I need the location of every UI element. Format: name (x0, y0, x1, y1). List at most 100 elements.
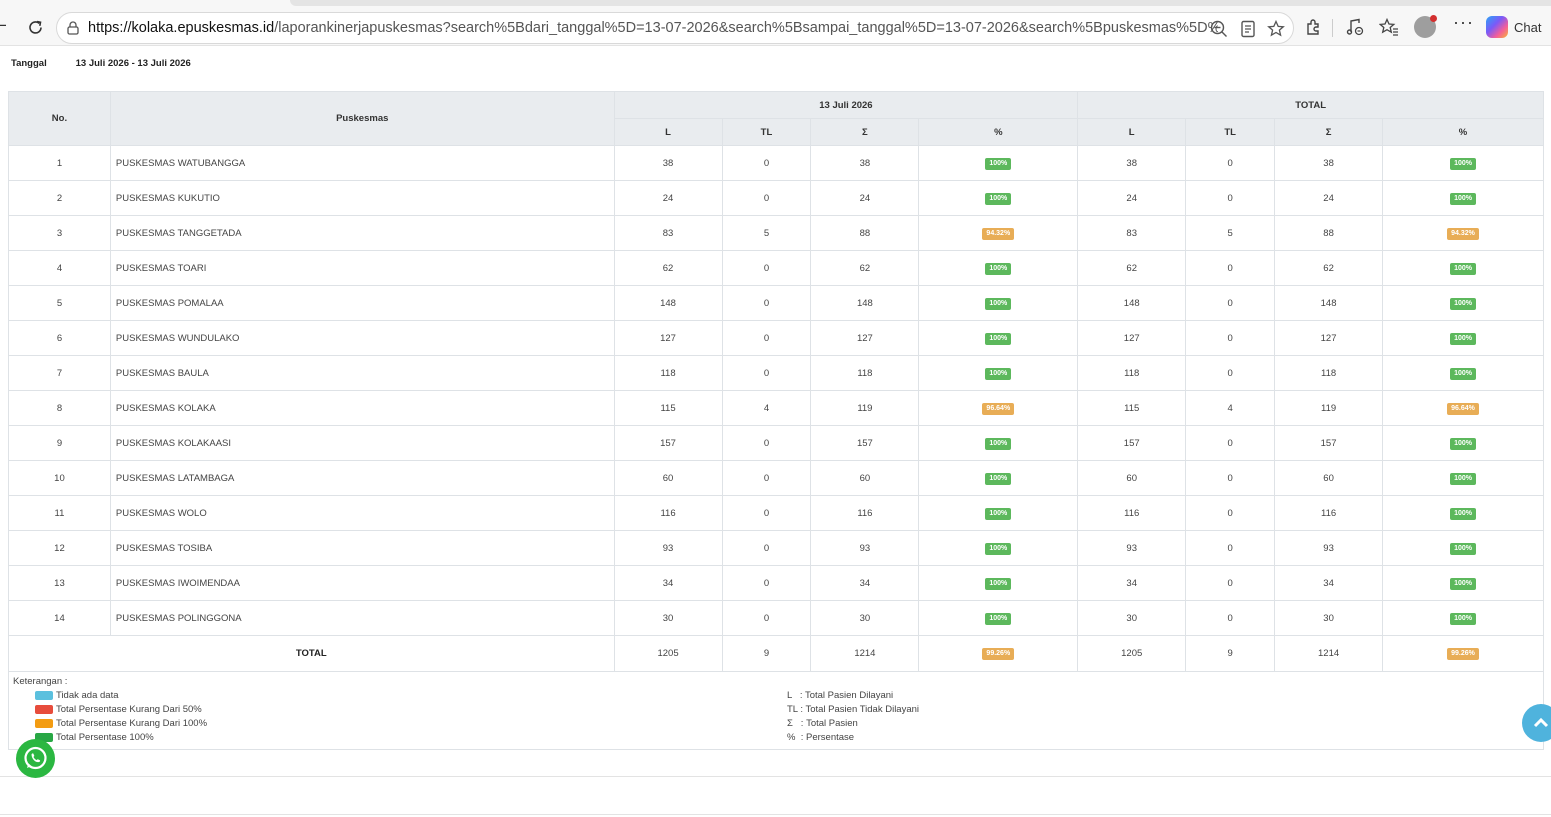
site-info-icon[interactable] (67, 21, 79, 35)
header-total-percent: % (1382, 118, 1544, 146)
table-row: 10 PUSKESMAS LATAMBAGA 60 0 60 100% 60 0 60 100% (8, 460, 1544, 496)
table-row: 7 PUSKESMAS BAULA 118 0 118 100% 118 0 118 100% (8, 355, 1544, 391)
table-row: 6 PUSKESMAS WUNDULAKO 127 0 127 100% 127 0 127 10… (8, 320, 1544, 356)
cell-total-l: 148 (1077, 285, 1187, 321)
cell-total-percent: 100% (1382, 320, 1544, 356)
row-no: 14 (8, 600, 111, 636)
cell-l: 116 (613, 495, 723, 531)
zoom-icon[interactable] (1209, 19, 1229, 39)
percent-badge: 100% (985, 262, 1012, 275)
reload-icon[interactable] (27, 19, 44, 36)
puskesmas-name: PUSKESMAS IWOIMENDAA (109, 565, 615, 601)
favorite-star-icon[interactable] (1266, 19, 1286, 39)
cell-l: 60 (613, 460, 723, 496)
cell-l: 127 (613, 320, 723, 356)
cell-total-l: 118 (1077, 355, 1187, 391)
header-percent: % (918, 118, 1079, 146)
cell-l: 157 (613, 425, 723, 461)
whatsapp-icon (24, 746, 47, 770)
total-tl: 9 (721, 635, 812, 672)
whatsapp-button[interactable] (16, 739, 55, 778)
extensions-icon[interactable] (1304, 17, 1324, 37)
favorites-icon[interactable] (1379, 17, 1399, 37)
cell-total-l: 30 (1077, 600, 1187, 636)
copilot-chat-button[interactable]: Chat (1486, 15, 1541, 39)
scroll-to-top-button[interactable] (1522, 704, 1551, 742)
cell-l: 30 (613, 600, 723, 636)
profile-avatar[interactable] (1414, 15, 1437, 38)
date-value: 13 Juli 2026 - 13 Juli 2026 (75, 58, 191, 69)
back-button[interactable]: – (0, 15, 6, 33)
legend-panel: Keterangan : Tidak ada data Total Persen… (8, 671, 1544, 750)
definition-percent: % : Persentase (787, 732, 855, 743)
cell-percent: 100% (918, 285, 1079, 321)
percent-badge: 100% (985, 297, 1012, 310)
cell-percent: 96.64% (918, 390, 1079, 426)
definition-sum: Σ : Total Pasien (787, 718, 858, 729)
url-path: /laporankinerjapuskesmas?search%5Bdari_t… (274, 20, 1218, 36)
legend-label: Total Persentase Kurang Dari 100% (56, 718, 208, 729)
cell-total-sum: 38 (1274, 145, 1384, 181)
cell-sum: 116 (810, 495, 920, 531)
media-control-icon[interactable] (1345, 17, 1365, 37)
percent-badge: 100% (1450, 542, 1476, 555)
cell-percent: 100% (918, 145, 1079, 181)
percent-badge: 96.64% (982, 402, 1015, 415)
tab-strip (290, 0, 1551, 6)
cell-l: 148 (613, 285, 723, 321)
percent-badge: 100% (1450, 612, 1476, 625)
address-bar[interactable]: https://kolaka.epuskesmas.id/laporankine… (56, 12, 1294, 44)
table-row: 14 PUSKESMAS POLINGGONA 30 0 30 100% 30 0 30 100% (8, 600, 1544, 636)
date-range-row: Tanggal 13 Juli 2026 - 13 Juli 2026 (11, 58, 191, 69)
puskesmas-name: PUSKESMAS LATAMBAGA (109, 460, 615, 496)
grand-total-sum: 1214 (1274, 635, 1384, 672)
cell-tl: 0 (721, 495, 812, 531)
cell-percent: 100% (918, 460, 1079, 496)
percent-badge: 100% (1450, 437, 1476, 450)
percent-badge: 100% (1450, 297, 1476, 310)
percent-badge: 100% (985, 367, 1012, 380)
total-row: TOTAL 1205 9 1214 99.26% 1205 9 1214 99.… (8, 635, 1544, 672)
cell-total-l: 116 (1077, 495, 1187, 531)
legend-title: Keterangan : (13, 676, 68, 687)
reader-view-icon[interactable] (1238, 19, 1258, 39)
row-no: 9 (8, 425, 111, 461)
cell-total-tl: 4 (1185, 390, 1276, 426)
cell-total-l: 38 (1077, 145, 1187, 181)
browser-toolbar: – https://kolaka.epuskesmas.id/laporanki… (0, 0, 1551, 46)
cell-total-percent: 100% (1382, 530, 1544, 566)
cell-total-sum: 157 (1274, 425, 1384, 461)
more-options-icon[interactable]: ··· (1453, 13, 1474, 31)
cell-total-percent: 94.32% (1382, 215, 1544, 251)
header-l: L (613, 118, 723, 146)
header-total-group: TOTAL (1077, 91, 1544, 119)
cell-sum: 119 (810, 390, 920, 426)
puskesmas-name: PUSKESMAS KOLAKAASI (109, 425, 615, 461)
cell-total-tl: 0 (1185, 565, 1276, 601)
cell-tl: 0 (721, 600, 812, 636)
percent-badge: 100% (985, 332, 1012, 345)
cell-total-tl: 0 (1185, 250, 1276, 286)
percent-badge: 100% (1450, 367, 1476, 380)
cell-sum: 30 (810, 600, 920, 636)
cell-percent: 100% (918, 425, 1079, 461)
percent-badge: 100% (1450, 577, 1476, 590)
row-no: 4 (8, 250, 111, 286)
cell-l: 62 (613, 250, 723, 286)
copilot-icon (1486, 16, 1508, 38)
cell-sum: 62 (810, 250, 920, 286)
cell-total-tl: 0 (1185, 145, 1276, 181)
cell-tl: 0 (721, 285, 812, 321)
cell-tl: 0 (721, 145, 812, 181)
legend-swatch (35, 705, 53, 714)
row-no: 6 (8, 320, 111, 356)
row-no: 12 (8, 530, 111, 566)
puskesmas-name: PUSKESMAS KOLAKA (109, 390, 615, 426)
cell-total-percent: 100% (1382, 145, 1544, 181)
cell-sum: 118 (810, 355, 920, 391)
table-row: 12 PUSKESMAS TOSIBA 93 0 93 100% 93 0 93 100% (8, 530, 1544, 566)
cell-total-sum: 148 (1274, 285, 1384, 321)
percent-badge: 99.26% (1447, 648, 1479, 660)
footer-divider-bottom (0, 814, 1551, 815)
footer-divider (0, 776, 1551, 777)
